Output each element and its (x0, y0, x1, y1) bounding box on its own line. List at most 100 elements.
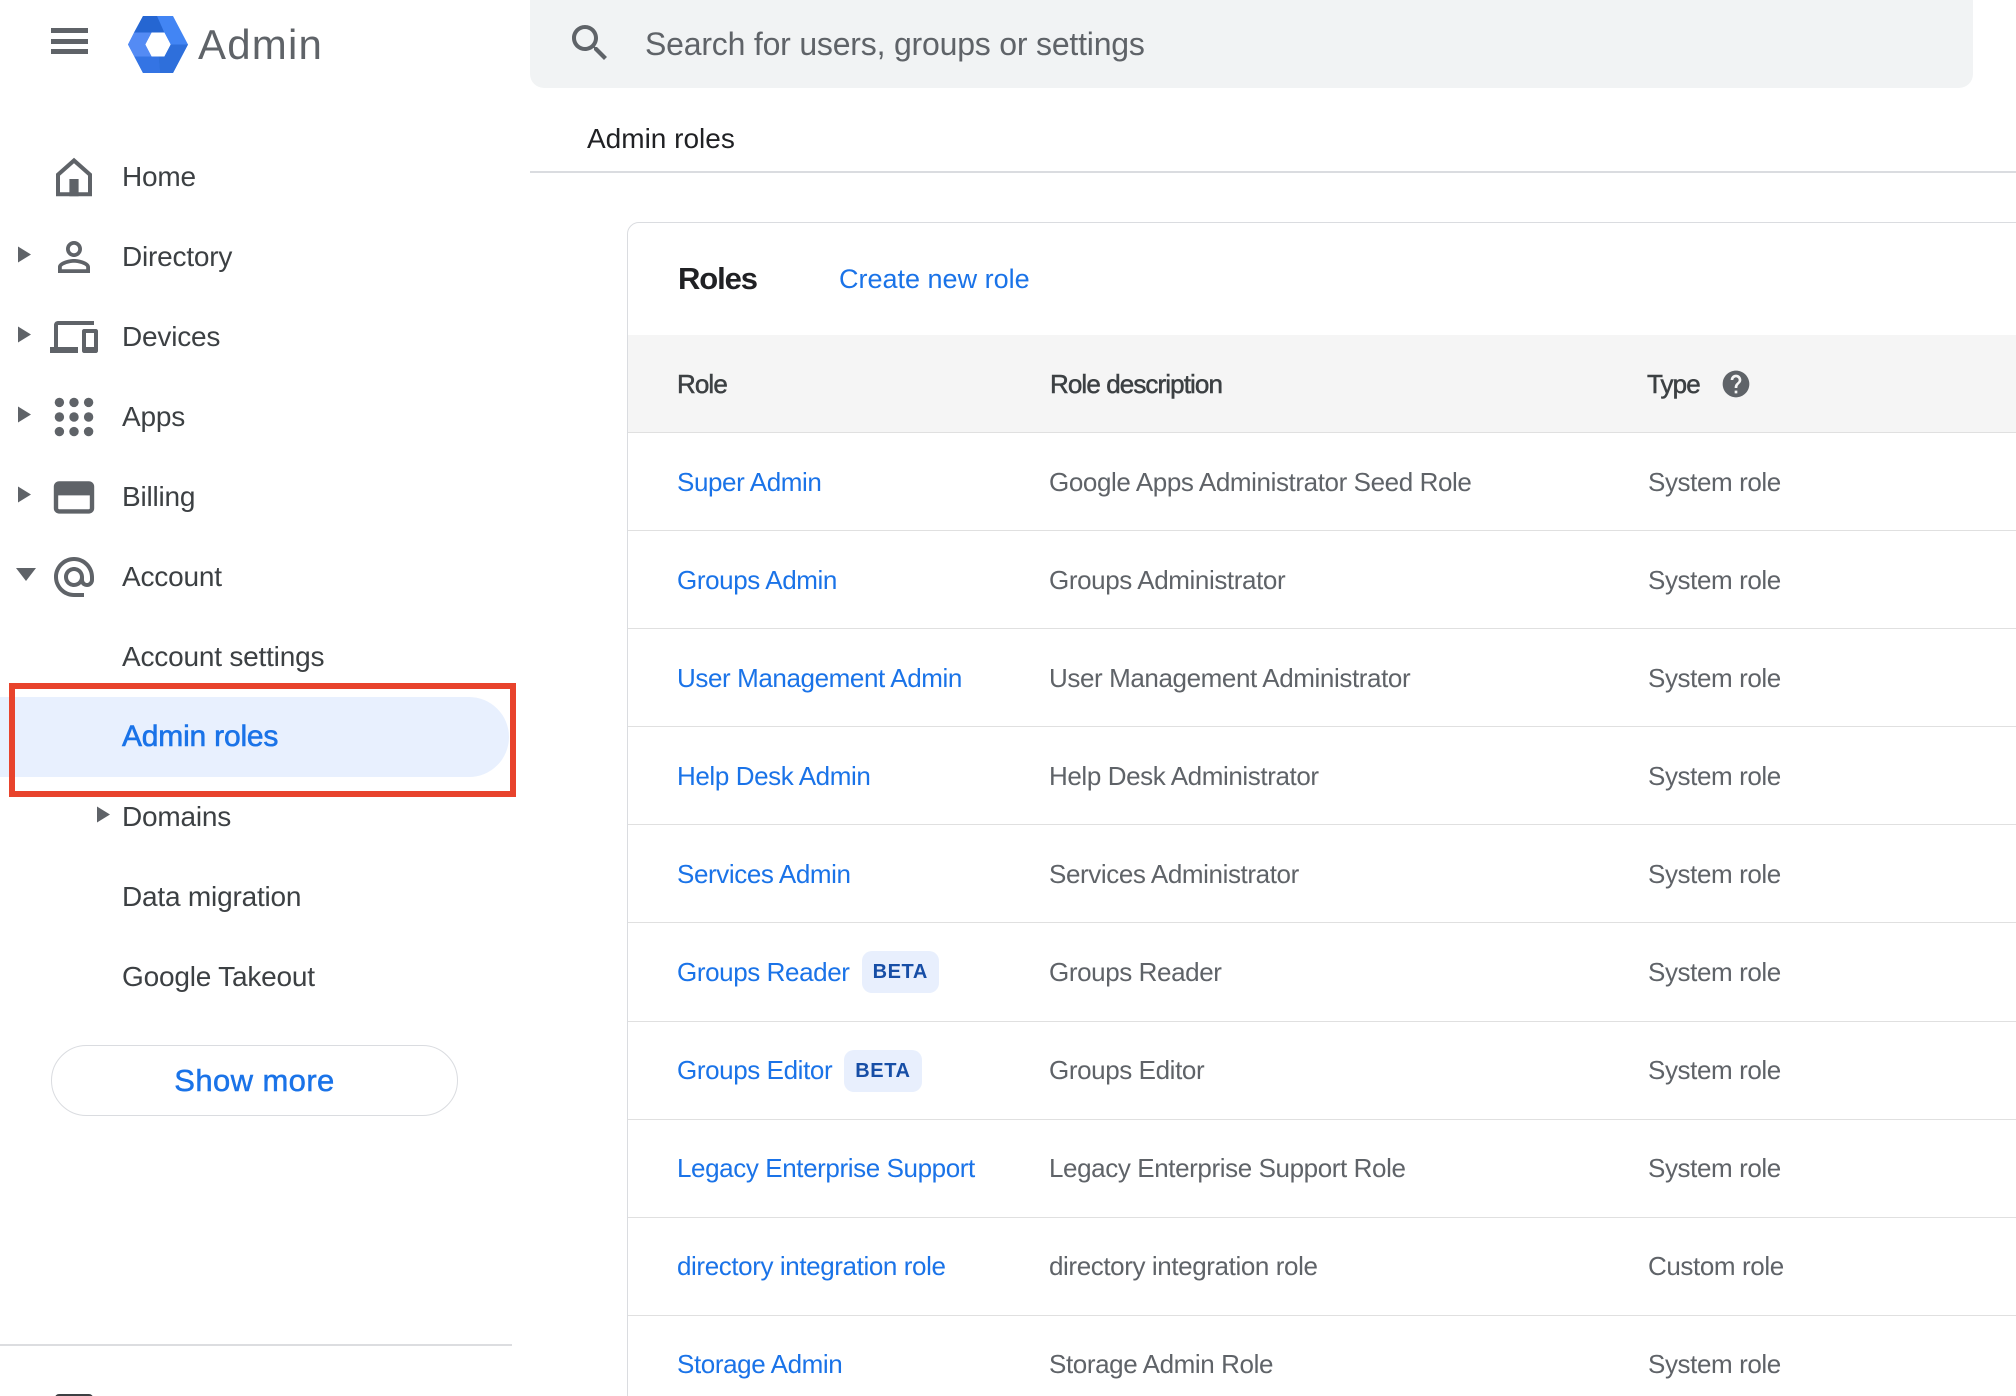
table-row: Storage Admin Storage Admin Role System … (628, 1316, 2016, 1396)
role-cell: Groups Admin (677, 531, 837, 629)
apps-icon (50, 393, 98, 441)
roles-card-header: Roles Create new role (628, 223, 2016, 335)
credit-card-icon (50, 473, 98, 521)
role-type-cell: System role (1648, 1055, 1781, 1086)
role-type-cell: System role (1648, 956, 1781, 987)
roles-title: Roles (678, 261, 758, 296)
sidebar-item-label: Devices (122, 321, 221, 352)
role-link[interactable]: directory integration role (677, 1251, 946, 1282)
column-header-type: Type (1647, 369, 1701, 400)
at-email-icon (50, 553, 98, 601)
chevron-right-icon[interactable] (18, 406, 31, 428)
role-link[interactable]: Help Desk Admin (677, 761, 871, 792)
sidebar-item-label: Billing (122, 481, 196, 512)
sidebar-item-home[interactable]: Home (0, 137, 530, 217)
role-cell: Storage Admin (677, 1316, 843, 1396)
help-icon[interactable] (1720, 368, 1752, 405)
beta-badge: BETA (861, 951, 939, 994)
table-row: Groups Editor BETA Groups Editor System r… (628, 1022, 2016, 1120)
sidebar-item-label: Domains (122, 801, 232, 832)
role-link[interactable]: Legacy Enterprise Support (677, 1153, 975, 1184)
person-icon (50, 233, 98, 281)
role-type-cell: Custom role (1648, 1251, 1784, 1282)
sidebar-item-apps[interactable]: Apps (0, 377, 530, 457)
role-description-cell: Groups Administrator (1049, 564, 1286, 595)
role-description-cell: Services Administrator (1049, 858, 1299, 889)
role-link[interactable]: Groups Admin (677, 565, 837, 596)
sidebar-item-label: Directory (122, 241, 233, 272)
chevron-right-icon[interactable] (97, 806, 110, 828)
table-row: Groups Reader BETA Groups Reader System r… (628, 923, 2016, 1022)
role-link[interactable]: Groups Editor (677, 1055, 833, 1086)
chevron-right-icon[interactable] (18, 486, 31, 508)
table-row: User Management Admin User Management Ad… (628, 629, 2016, 728)
role-type-cell: System role (1648, 760, 1781, 791)
role-link[interactable]: Super Admin (677, 467, 822, 498)
column-header-role: Role (677, 369, 728, 400)
role-description-cell: Google Apps Administrator Seed Role (1049, 466, 1472, 497)
sidebar-item-account[interactable]: Account (0, 537, 530, 617)
table-row: Groups Admin Groups Administrator System… (628, 531, 2016, 630)
sidebar-item-google-takeout[interactable]: Google Takeout (0, 937, 530, 1017)
home-icon (50, 153, 98, 201)
role-description-cell: directory integration role (1049, 1251, 1318, 1282)
sidebar-item-label: Home (122, 161, 196, 192)
chevron-down-icon[interactable] (16, 568, 36, 586)
role-cell: Help Desk Admin (677, 727, 871, 825)
show-more-button[interactable]: Show more (51, 1045, 458, 1116)
sidebar-divider (0, 1344, 512, 1346)
role-description-cell: User Management Administrator (1049, 662, 1411, 693)
sidebar-item-data-migration[interactable]: Data migration (0, 857, 530, 937)
search-bar[interactable]: Search for users, groups or settings (530, 0, 1973, 88)
role-description-cell: Help Desk Administrator (1049, 760, 1319, 791)
role-link[interactable]: Services Admin (677, 859, 851, 890)
sidebar-item-label: Google Takeout (122, 961, 315, 992)
chevron-right-icon[interactable] (18, 326, 31, 348)
sidebar-item-devices[interactable]: Devices (0, 297, 530, 377)
chevron-right-icon[interactable] (18, 246, 31, 268)
sidebar-item-domains[interactable]: Domains (0, 777, 530, 857)
google-admin-logo: Admin (128, 16, 323, 73)
table-body: Super Admin Google Apps Administrator Se… (628, 433, 2016, 1396)
sidebar: Admin Home Directory Devices Apps Billing Acc… (0, 0, 530, 1396)
sidebar-item-label: Account (122, 561, 222, 592)
role-cell: directory integration role (677, 1218, 946, 1316)
sidebar-item-label: Data migration (122, 881, 302, 912)
role-description-cell: Groups Editor (1049, 1055, 1205, 1086)
role-link[interactable]: Storage Admin (677, 1349, 843, 1380)
search-placeholder: Search for users, groups or settings (645, 26, 1145, 62)
content-divider (530, 171, 2016, 173)
table-row: directory integration role directory int… (628, 1218, 2016, 1316)
sidebar-item-label: Admin roles (122, 720, 279, 754)
role-cell: Legacy Enterprise Support (677, 1120, 975, 1218)
sidebar-item-directory[interactable]: Directory (0, 217, 530, 297)
sidebar-item-label: Apps (122, 401, 186, 432)
create-new-role-link[interactable]: Create new role (839, 223, 1030, 335)
role-cell: Groups Reader BETA (677, 923, 939, 1021)
table-row: Services Admin Services Administrator Sy… (628, 825, 2016, 924)
breadcrumb: Admin roles (587, 123, 735, 154)
role-link[interactable]: User Management Admin (677, 663, 962, 694)
sidebar-item-admin-roles[interactable]: Admin roles (0, 697, 530, 777)
role-cell: Groups Editor BETA (677, 1022, 922, 1120)
table-row: Help Desk Admin Help Desk Administrator … (628, 727, 2016, 826)
role-description-cell: Groups Reader (1049, 956, 1222, 987)
role-link[interactable]: Groups Reader (677, 957, 850, 988)
sidebar-item-account-settings[interactable]: Account settings (0, 617, 530, 697)
role-cell: Services Admin (677, 825, 851, 923)
devices-icon (50, 313, 98, 361)
role-cell: User Management Admin (677, 629, 962, 727)
roles-card: Roles Create new role Role Role descript… (627, 222, 2016, 1396)
table-row: Super Admin Google Apps Administrator Se… (628, 433, 2016, 532)
role-description-cell: Storage Admin Role (1049, 1349, 1274, 1380)
role-description-cell: Legacy Enterprise Support Role (1049, 1153, 1406, 1184)
beta-badge: BETA (844, 1049, 922, 1092)
sidebar-item-billing[interactable]: Billing (0, 457, 530, 537)
table-header-row: Role Role description Type (628, 335, 2016, 433)
table-row: Legacy Enterprise Support Legacy Enterpr… (628, 1120, 2016, 1218)
role-type-cell: System role (1648, 466, 1781, 497)
role-type-cell: System role (1648, 662, 1781, 693)
sidebar-item-label: Account settings (122, 641, 325, 672)
admin-hexagon-logo-icon (128, 16, 188, 73)
hamburger-menu-icon[interactable] (51, 28, 89, 55)
